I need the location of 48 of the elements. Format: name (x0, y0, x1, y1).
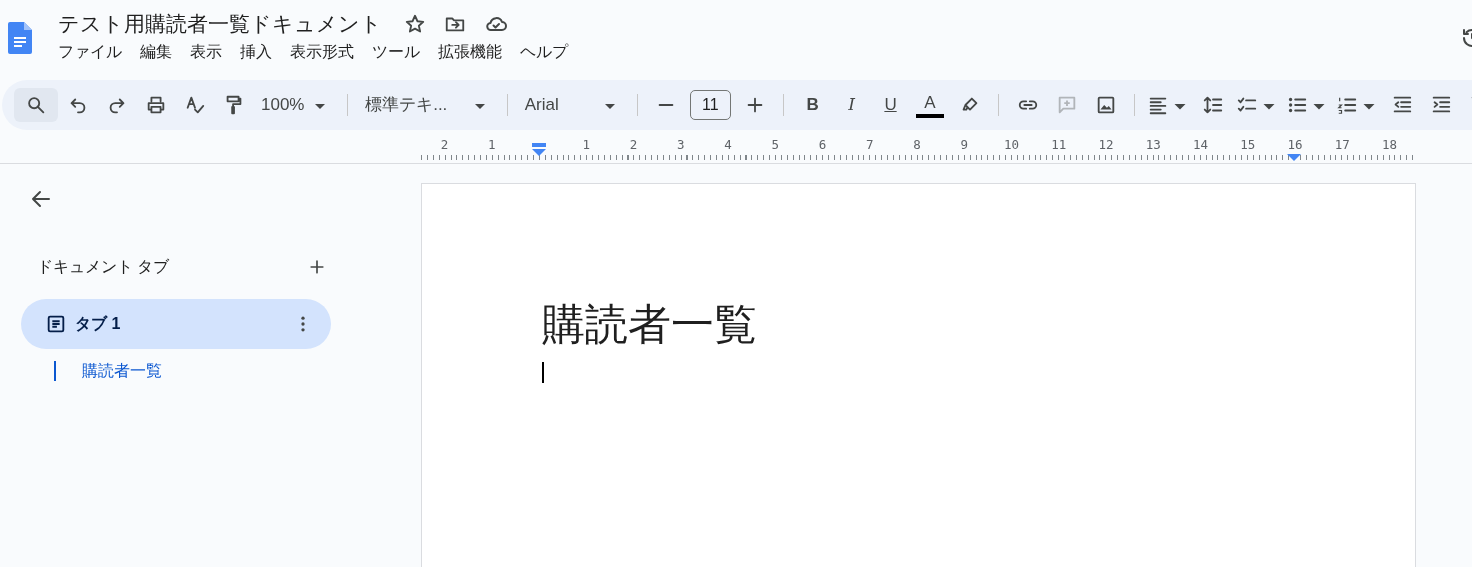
document-heading: 購読者一覧 (542, 299, 758, 349)
ruler-number: 1 (581, 136, 592, 153)
menu-item[interactable]: ツール (372, 42, 430, 62)
ruler-number: 2 (439, 136, 450, 153)
menu-item[interactable]: 拡張機能 (438, 42, 512, 62)
menu-item[interactable]: 表示形式 (290, 42, 364, 62)
zoom-dropdown[interactable]: 100% (253, 88, 339, 122)
ruler-number: 6 (817, 136, 828, 153)
ruler-number: 16 (1286, 136, 1304, 153)
ruler-number: 11 (1050, 136, 1068, 153)
ruler-number: 5 (770, 136, 781, 153)
text-cursor (542, 362, 544, 383)
menu-item[interactable]: ファイル (58, 42, 132, 62)
text-color-button[interactable]: A (916, 92, 944, 118)
outline-link[interactable]: 購読者一覧 (82, 358, 162, 383)
ruler-number: 9 (959, 136, 970, 153)
font-size-field[interactable]: 11 (689, 90, 732, 120)
menu-item[interactable]: 編集 (140, 42, 182, 62)
tab-item[interactable]: タブ 1 (21, 298, 331, 349)
ruler-number: 4 (723, 136, 733, 153)
ruler-number: 15 (1239, 136, 1257, 153)
menu-item[interactable]: 挿入 (240, 42, 282, 62)
indent-marker-icon[interactable] (532, 143, 547, 156)
star-icon[interactable] (404, 13, 426, 35)
ruler-number: 12 (1097, 136, 1115, 153)
italic-button[interactable]: I (832, 88, 871, 122)
bold-button[interactable]: B (793, 88, 832, 122)
ruler-number: 2 (628, 136, 639, 153)
docs-logo-icon (8, 20, 32, 54)
margin-marker-icon[interactable] (1287, 154, 1301, 161)
ruler-number: 14 (1192, 136, 1210, 153)
ruler-number: 18 (1381, 136, 1399, 153)
ruler-number: 10 (1003, 136, 1021, 153)
ruler-number: 7 (865, 136, 875, 153)
menu-item[interactable]: ヘルプ (520, 42, 578, 62)
ruler-number: 8 (912, 136, 922, 153)
font-dropdown[interactable]: Arial (516, 88, 628, 122)
style-dropdown[interactable]: 標準テキ... (357, 88, 498, 122)
sidebar-heading: ドキュメント タブ (37, 256, 170, 277)
menu-item[interactable]: 表示 (190, 42, 232, 62)
document-title[interactable]: テスト用購読者一覧ドキュメント (58, 10, 382, 38)
search-icon[interactable] (25, 94, 47, 116)
ruler-number: 3 (676, 136, 686, 153)
line-spacing-icon[interactable] (1202, 94, 1225, 116)
ruler-number: 13 (1144, 136, 1162, 153)
ruler-number: 17 (1333, 136, 1351, 153)
ruler-number: 1 (487, 136, 497, 153)
underline-button[interactable]: U (871, 88, 910, 122)
